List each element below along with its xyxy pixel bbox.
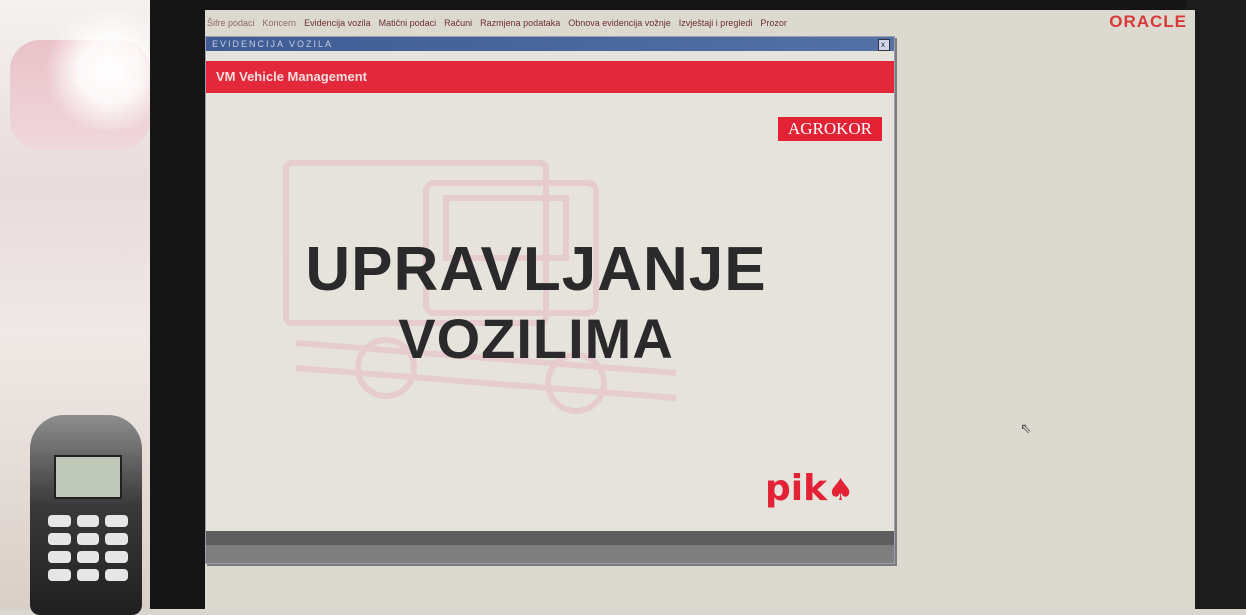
app-window: EVIDENCIJA VOZILA x VM Vehicle Managemen… bbox=[205, 36, 895, 564]
menu-item-prozor[interactable]: Prozor bbox=[760, 18, 787, 28]
monitor-bezel-right bbox=[1186, 0, 1246, 609]
splash-content: AGROKOR UPRAVLJANJE VOZILIMA pik♠ bbox=[206, 93, 894, 513]
agrokor-logo: AGROKOR bbox=[777, 117, 882, 141]
menu-item-izvjestaji[interactable]: Izvještaji i pregledi bbox=[679, 18, 753, 28]
menu-item-sifre[interactable]: Šifre podaci bbox=[207, 18, 255, 28]
spade-icon: ♠ bbox=[827, 473, 854, 508]
splash-headline: UPRAVLJANJE VOZILIMA bbox=[296, 233, 776, 372]
status-bar bbox=[206, 531, 894, 563]
pik-logo: pik♠ bbox=[765, 468, 854, 509]
menu-item-razmjena-podataka[interactable]: Razmjena podataka bbox=[480, 18, 560, 28]
phone-keypad bbox=[48, 515, 128, 581]
mouse-pointer-icon: ⇖ bbox=[1020, 420, 1032, 436]
desk-background bbox=[0, 0, 180, 615]
menu-item-evidencija-vozila[interactable]: Evidencija vozila bbox=[304, 18, 371, 28]
window-titlebar[interactable]: EVIDENCIJA VOZILA x bbox=[206, 37, 894, 51]
screen: Šifre podaci Koncern Evidencija vozila M… bbox=[205, 10, 1195, 609]
app-header: VM Vehicle Management bbox=[206, 61, 894, 93]
menu-item-koncern[interactable]: Koncern bbox=[263, 18, 297, 28]
menu-item-racuni[interactable]: Računi bbox=[444, 18, 472, 28]
headline-line-1: UPRAVLJANJE bbox=[305, 235, 767, 304]
oracle-logo: ORACLE bbox=[1109, 12, 1187, 31]
pik-logo-text: pik bbox=[765, 468, 828, 509]
headline-line-2: VOZILIMA bbox=[398, 307, 674, 371]
phone-screen bbox=[54, 455, 122, 499]
cordless-phone bbox=[30, 415, 142, 615]
status-fields bbox=[206, 531, 894, 545]
close-icon[interactable]: x bbox=[878, 39, 890, 51]
window-title: EVIDENCIJA VOZILA bbox=[212, 39, 334, 49]
menu-item-obnova-evidencija[interactable]: Obnova evidencija vožnje bbox=[568, 18, 671, 28]
menu-bar: Šifre podaci Koncern Evidencija vozila M… bbox=[205, 10, 1197, 36]
menu-item-maticni-podaci[interactable]: Matični podaci bbox=[379, 18, 437, 28]
